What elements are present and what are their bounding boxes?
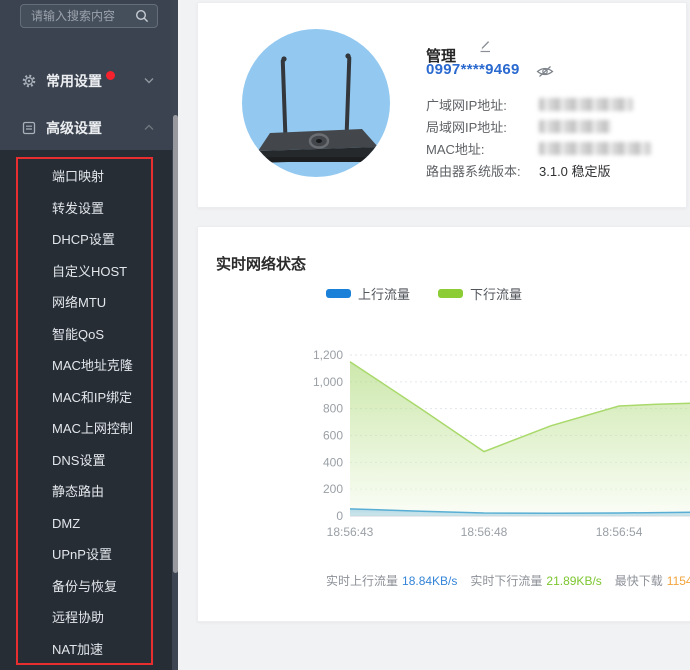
stat-upload: 实时上行流量18.84KB/s	[326, 572, 457, 589]
info-row-firmware: 路由器系统版本: 3.1.0 稳定版	[426, 159, 651, 181]
submenu-item-qos[interactable]: 智能QoS	[0, 319, 172, 351]
sidebar-scrollbar-thumb[interactable]	[173, 115, 178, 573]
submenu-item-mac-access-control[interactable]: MAC上网控制	[0, 413, 172, 445]
eye-off-icon[interactable]	[536, 65, 554, 78]
svg-text:400: 400	[323, 455, 343, 469]
submenu-item-mtu[interactable]: 网络MTU	[0, 287, 172, 319]
chart-legend: 上行流量 下行流量	[326, 284, 550, 303]
legend-label: 下行流量	[470, 284, 522, 303]
submenu-item-static-route[interactable]: 静态路由	[0, 476, 172, 508]
submenu-item-upnp[interactable]: UPnP设置	[0, 539, 172, 571]
traffic-stats-row: 实时上行流量18.84KB/s 实时下行流量21.89KB/s 最快下载1154…	[326, 572, 690, 589]
submenu-item-mac-clone[interactable]: MAC地址克隆	[0, 350, 172, 382]
svg-text:18:56:48: 18:56:48	[461, 525, 508, 539]
masked-value	[539, 142, 651, 155]
account-phone: 0997****9469	[426, 61, 520, 78]
sidebar-search-box	[20, 4, 158, 28]
list-icon	[22, 121, 36, 135]
chevron-down-icon	[144, 77, 154, 84]
stat-upload-value: 18.84KB/s	[402, 574, 457, 588]
info-row-lan-ip: 局域网IP地址:	[426, 115, 651, 137]
legend-item[interactable]: 上行流量	[326, 284, 410, 303]
svg-text:1,000: 1,000	[313, 375, 343, 389]
search-icon[interactable]	[135, 9, 149, 23]
submenu-item-custom-host[interactable]: 自定义HOST	[0, 256, 172, 288]
info-row-mac: MAC地址:	[426, 137, 651, 159]
stat-max-download: 最快下载1154.88KB/s	[615, 572, 690, 589]
info-label: 局域网IP地址:	[426, 117, 539, 136]
masked-value	[539, 120, 611, 133]
sidebar-item-label: 常用设置	[46, 71, 102, 91]
advanced-settings-submenu: 端口映射 转发设置 DHCP设置 自定义HOST 网络MTU 智能QoS MAC…	[0, 161, 172, 665]
stat-max-download-value: 1154.88KB/s	[667, 574, 690, 588]
submenu-item-mac-ip-bind[interactable]: MAC和IP绑定	[0, 382, 172, 414]
upload-legend-swatch	[326, 289, 351, 298]
sidebar-item-common-settings[interactable]: 常用设置	[0, 66, 172, 96]
legend-item[interactable]: 下行流量	[438, 284, 522, 303]
svg-text:18:56:43: 18:56:43	[327, 525, 374, 539]
svg-text:1,200: 1,200	[313, 348, 343, 362]
chevron-up-icon	[144, 124, 154, 131]
notification-badge	[106, 71, 115, 80]
svg-text:0: 0	[336, 509, 343, 523]
submenu-item-remote-assist[interactable]: 远程协助	[0, 602, 172, 634]
edit-pencil-icon[interactable]	[478, 39, 492, 53]
gear-icon	[22, 74, 36, 88]
account-card: 管理 0997****9469 广域网IP地址: 局域网IP地址: MAC地址:	[197, 2, 687, 208]
router-image	[242, 29, 390, 177]
info-label: 路由器系统版本:	[426, 161, 539, 180]
submenu-item-forwarding[interactable]: 转发设置	[0, 193, 172, 225]
sidebar-item-advanced-settings[interactable]: 高级设置	[0, 113, 172, 143]
info-label: 广域网IP地址:	[426, 95, 539, 114]
svg-text:800: 800	[323, 402, 343, 416]
network-card-title: 实时网络状态	[216, 253, 306, 274]
download-legend-swatch	[438, 289, 463, 298]
stat-download: 实时下行流量21.89KB/s	[470, 572, 601, 589]
router-avatar	[242, 29, 390, 177]
info-label: MAC地址:	[426, 139, 539, 158]
traffic-area-chart: 0 200 400 600 800 1,000 1,200 18:56:43 18:56:48 1…	[198, 339, 690, 554]
submenu-item-dhcp[interactable]: DHCP设置	[0, 224, 172, 256]
sidebar-item-label: 高级设置	[46, 118, 102, 138]
search-input[interactable]	[21, 9, 135, 23]
sidebar: 常用设置 高级设置 端口映射 转发设置 DHCP设置 自定义HOST 网络MTU…	[0, 0, 178, 670]
info-row-wan-ip: 广域网IP地址:	[426, 93, 651, 115]
stat-download-value: 21.89KB/s	[546, 574, 601, 588]
svg-text:18:56:54: 18:56:54	[596, 525, 643, 539]
network-status-card: 实时网络状态 上行流量 下行流量 0 200 400 600 800 1,000 1,200…	[197, 226, 690, 622]
legend-label: 上行流量	[358, 284, 410, 303]
firmware-version: 3.1.0 稳定版	[539, 161, 611, 180]
submenu-item-dns[interactable]: DNS设置	[0, 445, 172, 477]
submenu-item-nat-boost[interactable]: NAT加速	[0, 634, 172, 666]
submenu-item-port-mapping[interactable]: 端口映射	[0, 161, 172, 193]
submenu-item-dmz[interactable]: DMZ	[0, 508, 172, 540]
masked-value	[539, 98, 633, 111]
submenu-item-backup-restore[interactable]: 备份与恢复	[0, 571, 172, 603]
router-info-list: 广域网IP地址: 局域网IP地址: MAC地址: 路由器系统版本: 3.1.0 …	[426, 93, 651, 181]
svg-text:600: 600	[323, 429, 343, 443]
svg-text:200: 200	[323, 482, 343, 496]
